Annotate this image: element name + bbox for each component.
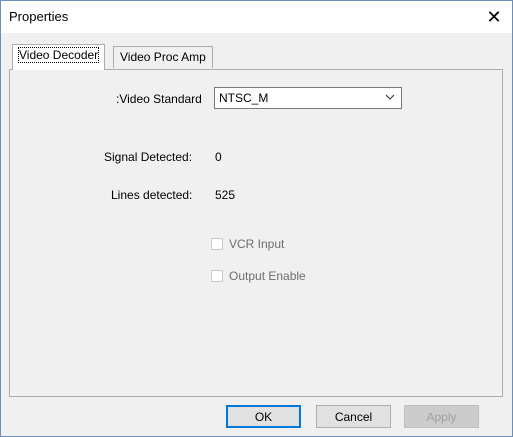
- cancel-button[interactable]: Cancel: [316, 405, 391, 428]
- vcr-input-checkbox[interactable]: [211, 238, 223, 250]
- ok-button[interactable]: OK: [226, 405, 301, 428]
- window-title: Properties: [9, 9, 69, 24]
- apply-button[interactable]: Apply: [404, 405, 479, 428]
- vcr-input-checkbox-row[interactable]: VCR Input: [211, 237, 284, 251]
- video-standard-label: :Video Standard: [116, 92, 202, 106]
- video-standard-value: NTSC_M: [219, 91, 269, 105]
- close-icon: ✕: [486, 6, 502, 27]
- chevron-down-icon: [385, 94, 395, 100]
- tab-panel-video-decoder: [9, 69, 503, 397]
- video-standard-select[interactable]: NTSC_M: [214, 87, 402, 109]
- video-standard-label-text: :Video Standard: [116, 92, 202, 106]
- tab-video-proc-amp-label: Video Proc Amp: [120, 50, 206, 64]
- tab-video-decoder-label: Video Decoder: [17, 47, 100, 63]
- signal-detected-value: 0: [215, 150, 222, 164]
- title-bar: Properties ✕: [1, 1, 512, 33]
- output-enable-checkbox-row[interactable]: Output Enable: [211, 269, 306, 283]
- lines-detected-label: Lines detected:: [111, 188, 193, 202]
- tab-video-decoder[interactable]: Video Decoder: [12, 44, 106, 70]
- tab-video-proc-amp[interactable]: Video Proc Amp: [113, 46, 213, 68]
- vcr-input-label: VCR Input: [229, 237, 285, 251]
- lines-detected-value: 525: [215, 188, 236, 202]
- close-button[interactable]: ✕: [476, 1, 512, 33]
- output-enable-checkbox[interactable]: [211, 270, 223, 282]
- output-enable-label: Output Enable: [229, 269, 306, 283]
- signal-detected-label: Signal Detected:: [104, 150, 193, 164]
